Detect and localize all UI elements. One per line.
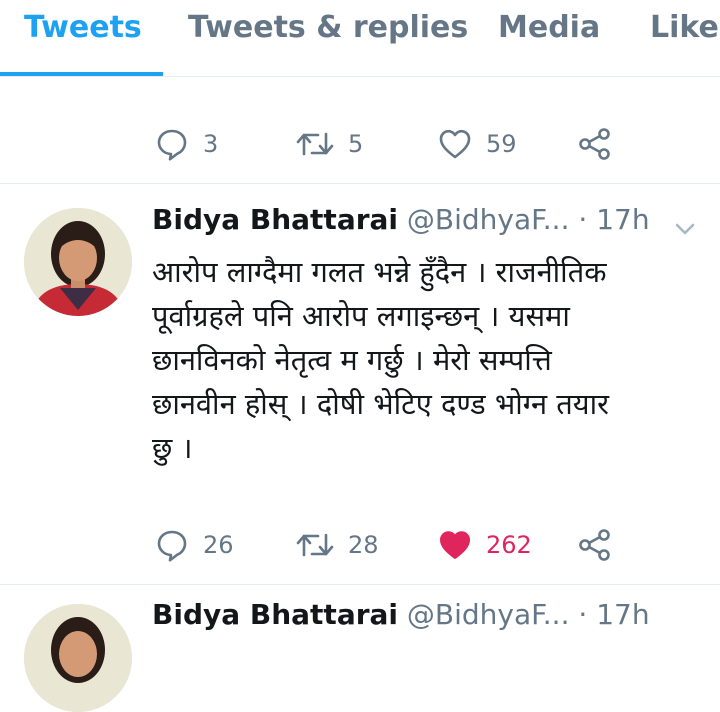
author-name[interactable]: Bidya Bhattarai	[152, 598, 398, 631]
reply-icon	[157, 530, 187, 562]
tweet-text-line: छानविनको नेतृत्व म गर्छु । मेरो सम्पत्ति	[152, 343, 552, 377]
chevron-down-icon	[675, 223, 695, 235]
tweet-timestamp[interactable]: 17h	[596, 598, 649, 631]
active-tab-indicator	[0, 72, 163, 76]
author-handle[interactable]: @BidhyaF...	[407, 203, 570, 236]
tweet-divider	[0, 183, 720, 184]
prev-tweet-actions: 3 5 59	[0, 121, 720, 167]
tab-tweets-replies[interactable]: Tweets & replies	[188, 10, 468, 45]
author-handle[interactable]: @BidhyaF...	[407, 598, 570, 631]
retweet-button[interactable]: 5	[296, 121, 363, 167]
like-button[interactable]: 262	[438, 522, 532, 568]
heart-icon	[439, 129, 471, 159]
tweet-timestamp[interactable]: 17h	[596, 203, 649, 236]
share-button[interactable]	[578, 522, 612, 568]
author-name[interactable]: Bidya Bhattarai	[152, 203, 398, 236]
share-icon	[579, 529, 610, 561]
reply-icon	[157, 129, 187, 161]
tweet-actions: 26 28 262	[0, 522, 720, 568]
header-separator: ·	[578, 598, 588, 631]
tweet-text-line: छु ।	[152, 431, 193, 465]
header-separator: ·	[578, 203, 588, 236]
tab-tweets[interactable]: Tweets	[24, 10, 142, 45]
like-button[interactable]: 59	[438, 121, 517, 167]
like-count: 59	[486, 130, 517, 158]
tweet-text-line: आरोप लाग्दैमा गलत भन्ने हुँदैन । राजनीति…	[152, 255, 607, 289]
tweet-divider	[0, 584, 720, 585]
tweet-text-line: पूर्वाग्रहले पनि आरोप लगाइन्छन् । यसमा	[152, 299, 570, 333]
retweet-count: 5	[348, 130, 364, 158]
retweet-icon	[296, 533, 334, 557]
tweet-text: आरोप लाग्दैमा गलत भन्ने हुँदैन । राजनीति…	[152, 250, 692, 470]
tweet-text-line: छानवीन होस् । दोषी भेटिए दण्ड भोग्न तयार	[152, 387, 609, 421]
heart-icon	[439, 531, 471, 559]
share-button[interactable]	[578, 121, 612, 167]
next-tweet-header: Bidya Bhattarai @BidhyaF... · 17h	[152, 598, 650, 631]
profile-tabs: Tweets Tweets & replies Media Likes	[0, 0, 720, 77]
tweet-menu-button[interactable]	[672, 216, 698, 246]
tab-media[interactable]: Media	[498, 10, 600, 45]
tab-likes[interactable]: Likes	[650, 10, 720, 45]
like-count: 262	[486, 531, 532, 559]
avatar-image	[24, 604, 132, 712]
retweet-icon	[296, 132, 334, 156]
avatar[interactable]	[24, 604, 132, 712]
avatar[interactable]	[24, 208, 132, 316]
avatar-image	[24, 208, 132, 316]
retweet-count: 28	[348, 531, 379, 559]
reply-count: 3	[203, 130, 219, 158]
share-icon	[579, 128, 610, 160]
retweet-button[interactable]: 28	[296, 522, 379, 568]
reply-button[interactable]: 3	[155, 121, 218, 167]
reply-count: 26	[203, 531, 234, 559]
reply-button[interactable]: 26	[155, 522, 234, 568]
tweet-header: Bidya Bhattarai @BidhyaF... · 17h	[152, 203, 650, 236]
